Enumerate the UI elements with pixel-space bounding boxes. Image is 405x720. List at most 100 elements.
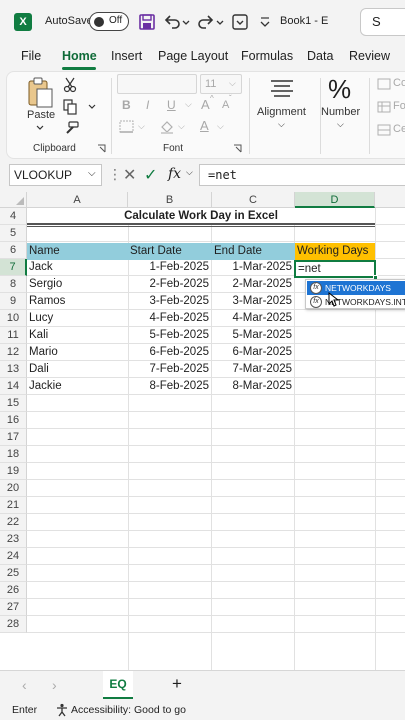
row-header-28[interactable]: 28 [0, 616, 27, 633]
column-header-a[interactable]: A [27, 192, 128, 208]
alignment-dropdown-icon[interactable]: ⌵ [278, 119, 285, 130]
worksheet-grid[interactable]: A B C D 4 5 6 7 8 9 10 11 12 13 14 15 16 17 18 19 20 21 22… [0, 192, 405, 670]
font-color-dropdown-icon[interactable]: ⌵ [217, 121, 224, 132]
paste-icon[interactable] [25, 77, 55, 109]
cell-start-date[interactable]: 8-Feb-2025 [128, 378, 209, 395]
title-cell[interactable]: Calculate Work Day in Excel [27, 208, 375, 225]
cancel-entry-icon[interactable]: ✕ [123, 165, 136, 185]
grow-font-button[interactable]: A [201, 97, 210, 112]
tab-insert[interactable]: Insert [111, 49, 142, 63]
add-sheet-button[interactable]: + [172, 674, 182, 694]
cell-start-date[interactable]: 5-Feb-2025 [128, 327, 209, 344]
redo-dropdown-icon[interactable] [215, 12, 225, 32]
cell-end-date[interactable]: 7-Mar-2025 [211, 361, 292, 378]
tab-review[interactable]: Review [349, 49, 390, 63]
autosave-toggle[interactable]: Off [89, 12, 129, 31]
number-format-icon[interactable]: % [328, 74, 351, 105]
alignment-button-label[interactable]: Alignment [257, 106, 306, 118]
customize-toolbar-icon[interactable] [230, 12, 250, 32]
row-header-17[interactable]: 17 [0, 429, 27, 446]
tab-data[interactable]: Data [307, 49, 333, 63]
accessibility-icon[interactable] [55, 703, 69, 717]
format-as-table-icon[interactable] [377, 101, 391, 113]
font-size-box[interactable]: 11 ⌵ [200, 74, 242, 94]
row-header-22[interactable]: 22 [0, 514, 27, 531]
confirm-entry-icon[interactable]: ✓ [144, 165, 157, 185]
row-header-20[interactable]: 20 [0, 480, 27, 497]
column-header-e[interactable] [375, 192, 405, 208]
insert-function-icon[interactable]: fx [168, 166, 181, 182]
function-dropdown-icon[interactable]: ⌵ [186, 167, 193, 178]
row-header-27[interactable]: 27 [0, 599, 27, 616]
fill-color-dropdown-icon[interactable]: ⌵ [178, 121, 185, 132]
next-sheet-icon[interactable]: › [52, 677, 57, 693]
row-header-23[interactable]: 23 [0, 531, 27, 548]
tab-formulas[interactable]: Formulas [241, 49, 293, 63]
row-header-11[interactable]: 11 [0, 327, 27, 344]
row-header-14[interactable]: 14 [0, 378, 27, 395]
row-header-5[interactable]: 5 [0, 225, 27, 242]
sheet-tab-eq[interactable]: EQ [103, 671, 133, 699]
row-header-21[interactable]: 21 [0, 497, 27, 514]
row-header-4[interactable]: 4 [0, 208, 27, 225]
cell-start-date[interactable]: 4-Feb-2025 [128, 310, 209, 327]
cell-end-date[interactable]: 3-Mar-2025 [211, 293, 292, 310]
cell-end-date[interactable]: 8-Mar-2025 [211, 378, 292, 395]
cell-start-date[interactable]: 7-Feb-2025 [128, 361, 209, 378]
row-header-16[interactable]: 16 [0, 412, 27, 429]
header-end-date[interactable]: End Date [214, 243, 262, 260]
cell-name[interactable]: Ramos [29, 293, 65, 310]
row-header-6[interactable]: 6 [0, 242, 27, 259]
row-header-12[interactable]: 12 [0, 344, 27, 361]
row-header-13[interactable]: 13 [0, 361, 27, 378]
number-dropdown-icon[interactable]: ⌵ [337, 119, 344, 130]
cell-end-date[interactable]: 1-Mar-2025 [211, 259, 292, 276]
active-cell[interactable]: =net [294, 260, 378, 280]
accessibility-status[interactable]: Accessibility: Good to go [71, 704, 186, 716]
cell-start-date[interactable]: 3-Feb-2025 [128, 293, 209, 310]
row-header-25[interactable]: 25 [0, 565, 27, 582]
row-header-10[interactable]: 10 [0, 310, 27, 327]
header-working-days[interactable]: Working Days [297, 243, 368, 260]
name-box[interactable]: VLOOKUP ⌵ [9, 164, 102, 186]
cell-start-date[interactable]: 6-Feb-2025 [128, 344, 209, 361]
tab-file[interactable]: File [21, 49, 41, 63]
number-button-label[interactable]: Number [321, 106, 360, 118]
column-header-b[interactable]: B [128, 192, 212, 208]
autocomplete-item-networkdays[interactable]: fx NETWORKDAYS [307, 281, 405, 295]
alignment-icon[interactable] [269, 78, 295, 100]
column-header-d[interactable]: D [295, 192, 375, 208]
borders-icon[interactable] [119, 120, 135, 134]
row-header-19[interactable]: 19 [0, 463, 27, 480]
cell-end-date[interactable]: 6-Mar-2025 [211, 344, 292, 361]
more-commands-icon[interactable] [258, 12, 272, 32]
cell-name[interactable]: Jackie [29, 378, 62, 395]
cell-name[interactable]: Mario [29, 344, 58, 361]
bold-button[interactable]: B [122, 98, 131, 112]
header-name[interactable]: Name [29, 243, 60, 260]
tab-home[interactable]: Home [62, 49, 97, 63]
paste-dropdown-icon[interactable] [35, 124, 45, 132]
undo-dropdown-icon[interactable] [181, 12, 191, 32]
header-start-date[interactable]: Start Date [130, 243, 182, 260]
search-box[interactable]: S [360, 8, 405, 36]
cell-start-date[interactable]: 1-Feb-2025 [128, 259, 209, 276]
row-header-24[interactable]: 24 [0, 548, 27, 565]
previous-sheet-icon[interactable]: ‹ [22, 677, 27, 693]
cell-name[interactable]: Lucy [29, 310, 53, 327]
cell-styles-icon[interactable] [377, 124, 391, 136]
cell-name[interactable]: Dali [29, 361, 49, 378]
formula-input[interactable]: =net [199, 164, 405, 186]
row-header-15[interactable]: 15 [0, 395, 27, 412]
font-launcher-icon[interactable] [233, 144, 242, 153]
cell-end-date[interactable]: 4-Mar-2025 [211, 310, 292, 327]
cell-end-date[interactable]: 2-Mar-2025 [211, 276, 292, 293]
row-header-18[interactable]: 18 [0, 446, 27, 463]
cell-end-date[interactable]: 5-Mar-2025 [211, 327, 292, 344]
cut-icon[interactable] [63, 77, 77, 93]
conditional-formatting-label[interactable]: Co [393, 77, 405, 89]
borders-dropdown-icon[interactable]: ⌵ [138, 121, 145, 132]
italic-button[interactable]: I [146, 98, 149, 112]
conditional-formatting-icon[interactable] [377, 78, 391, 90]
underline-dropdown-icon[interactable]: ⌵ [185, 99, 192, 110]
